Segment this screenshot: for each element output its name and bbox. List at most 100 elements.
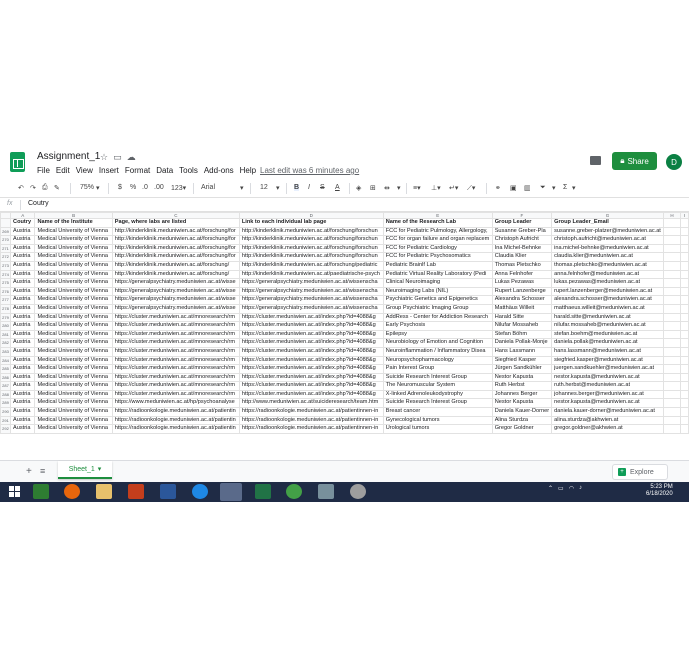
table-cell[interactable]: Austria <box>10 278 36 288</box>
table-cell[interactable]: http://kinderklinik.meduniwien.ac.at/for… <box>111 252 240 262</box>
table-cell[interactable] <box>662 364 682 374</box>
table-cell[interactable]: Medical University of Vienna <box>34 252 113 262</box>
table-cell[interactable]: Austria <box>10 226 36 237</box>
header-cell[interactable] <box>680 218 689 228</box>
table-cell[interactable]: http://kinderklinik.meduniwien.ac.at/for… <box>238 226 384 237</box>
document-title[interactable]: Assignment_1 <box>37 151 100 162</box>
table-cell[interactable]: http://kinderklinik.meduniwien.ac.at/for… <box>238 243 384 254</box>
word-app-icon[interactable] <box>160 484 176 499</box>
borders-icon[interactable]: ⊞ <box>370 184 376 192</box>
chevron-down-icon[interactable]: ▾ <box>572 184 576 192</box>
taskbar-clock[interactable]: 5:23 PM 6/18/2020 <box>646 484 673 498</box>
table-cell[interactable]: Austria <box>10 321 36 331</box>
table-cell[interactable]: ina.michel-behnke@meduniwien.ac.at <box>551 243 664 254</box>
table-cell[interactable]: Austria <box>10 338 36 348</box>
table-cell[interactable]: siegfried.kasper@meduniwien.ac.at <box>551 355 664 366</box>
header-cell[interactable]: Name of the Institute <box>34 218 113 228</box>
table-cell[interactable]: https://cluster.meduniwien.ac.at/index.p… <box>238 372 384 383</box>
table-cell[interactable] <box>680 355 689 366</box>
table-cell[interactable]: christoph.aufricht@meduniwien.ac.at <box>551 235 664 245</box>
gimp-app-icon[interactable] <box>350 484 366 499</box>
table-cell[interactable]: http://www.meduniwien.ac.at/suicideresea… <box>238 398 384 409</box>
table-cell[interactable]: Austria <box>10 252 36 262</box>
chevron-down-icon[interactable]: ▾ <box>98 465 102 473</box>
table-cell[interactable] <box>662 415 682 426</box>
table-cell[interactable]: Austria <box>10 407 36 417</box>
row-number[interactable]: 282 <box>0 338 12 348</box>
table-cell[interactable]: Austria <box>10 381 36 391</box>
insert-comment-icon[interactable]: ▣ <box>510 184 517 192</box>
row-number[interactable]: 286 <box>0 372 12 383</box>
row-number[interactable]: 292 <box>0 424 12 434</box>
table-cell[interactable]: Medical University of Vienna <box>34 312 113 323</box>
table-cell[interactable]: Claudia Klier <box>491 252 553 262</box>
text-color-button[interactable]: A <box>335 184 340 191</box>
chevron-down-icon[interactable]: ▾ <box>276 184 280 192</box>
table-cell[interactable]: Ruth Herbst <box>491 381 553 391</box>
table-cell[interactable]: Medical University of Vienna <box>34 243 113 254</box>
table-cell[interactable]: Neuroinflammation / Inflammatory Disea <box>382 346 493 357</box>
row-number[interactable]: 287 <box>0 381 12 391</box>
table-cell[interactable]: Medical University of Vienna <box>34 372 113 383</box>
table-cell[interactable]: Austria <box>10 260 36 271</box>
table-cell[interactable] <box>680 321 689 331</box>
table-cell[interactable] <box>680 364 689 374</box>
table-cell[interactable]: Nestor Kapusta <box>491 398 553 409</box>
bold-button[interactable]: B <box>294 184 300 191</box>
table-cell[interactable]: https://cluster.meduniwien.ac.at/mnorese… <box>111 355 240 366</box>
table-cell[interactable] <box>680 389 689 400</box>
table-cell[interactable] <box>680 260 689 271</box>
row-number[interactable]: 277 <box>0 295 12 305</box>
table-cell[interactable] <box>662 243 682 254</box>
battery-icon[interactable]: ▭ <box>558 485 564 492</box>
row-number[interactable]: 274 <box>0 269 12 280</box>
table-cell[interactable]: Austria <box>10 286 36 297</box>
table-cell[interactable]: Siegfried Kasper <box>491 355 553 366</box>
file-explorer-app-icon[interactable] <box>96 484 112 499</box>
table-cell[interactable]: Alexandra Schosser <box>491 295 553 305</box>
header-cell[interactable] <box>662 218 682 228</box>
table-cell[interactable]: Urological tumors <box>382 424 493 434</box>
header-cell[interactable]: Group Leader_Email <box>551 218 664 228</box>
volume-icon[interactable]: ♪ <box>579 485 582 492</box>
percent-format-button[interactable]: % <box>130 184 136 191</box>
table-cell[interactable]: https://cluster.meduniwien.ac.at/mnorese… <box>111 321 240 331</box>
table-cell[interactable]: https://generalpsychiatry.meduniwien.ac.… <box>111 286 240 297</box>
table-cell[interactable]: https://cluster.meduniwien.ac.at/mnorese… <box>111 312 240 323</box>
table-cell[interactable]: Matthäus Willeit <box>491 303 553 314</box>
table-cell[interactable]: Neuroimaging Labs (NIL) <box>382 286 493 297</box>
table-cell[interactable]: http://kinderklinik.meduniwien.ac.at/for… <box>238 260 384 271</box>
row-number[interactable]: 289 <box>0 398 12 409</box>
header-cell[interactable]: Group Leader <box>491 218 553 228</box>
table-cell[interactable]: Alina Sturdza <box>491 415 553 426</box>
windows-start-icon[interactable] <box>9 486 20 497</box>
last-edit-link[interactable]: Last edit was 6 minutes ago <box>260 166 359 175</box>
table-cell[interactable]: Johannes Berger <box>491 389 553 400</box>
table-cell[interactable] <box>662 303 682 314</box>
insert-chart-icon[interactable]: ▥ <box>524 184 531 192</box>
table-cell[interactable] <box>680 243 689 254</box>
table-cell[interactable] <box>680 286 689 297</box>
header-cell[interactable]: Name of the Research Lab <box>382 218 493 228</box>
table-cell[interactable]: nilufar.mossaheb@meduniwien.ac.at <box>551 321 664 331</box>
table-cell[interactable]: FCC for Pediatric Psychosomatics <box>382 252 493 262</box>
sheets-logo-icon[interactable] <box>10 152 25 172</box>
table-cell[interactable]: https://cluster.meduniwien.ac.at/mnorese… <box>111 329 240 340</box>
row-number[interactable]: 269 <box>0 226 12 237</box>
table-cell[interactable]: Nilufar Mossaheb <box>491 321 553 331</box>
table-cell[interactable]: https://cluster.meduniwien.ac.at/mnorese… <box>111 338 240 348</box>
table-cell[interactable]: Gregor Goldner <box>491 424 553 434</box>
table-cell[interactable]: http://kinderklinik.meduniwien.ac.at/for… <box>238 252 384 262</box>
table-cell[interactable] <box>680 252 689 262</box>
horizontal-align-icon[interactable]: ≡▾ <box>413 184 421 192</box>
table-cell[interactable]: Medical University of Vienna <box>34 407 113 417</box>
table-cell[interactable]: FCC for organ failure and organ replacem <box>382 235 493 245</box>
table-cell[interactable]: https://cluster.meduniwien.ac.at/mnorese… <box>111 372 240 383</box>
move-folder-icon[interactable]: ▭ <box>113 152 122 163</box>
table-cell[interactable]: https://cluster.meduniwien.ac.at/index.p… <box>238 389 384 400</box>
increase-decimals-button[interactable]: .00 <box>154 184 164 191</box>
table-cell[interactable]: https://generalpsychiatry.meduniwien.ac.… <box>111 278 240 288</box>
cloud-status-icon[interactable]: ☁ <box>127 152 136 163</box>
table-cell[interactable] <box>680 381 689 391</box>
table-cell[interactable]: alexandra.schosser@meduniwien.ac.at <box>551 295 664 305</box>
